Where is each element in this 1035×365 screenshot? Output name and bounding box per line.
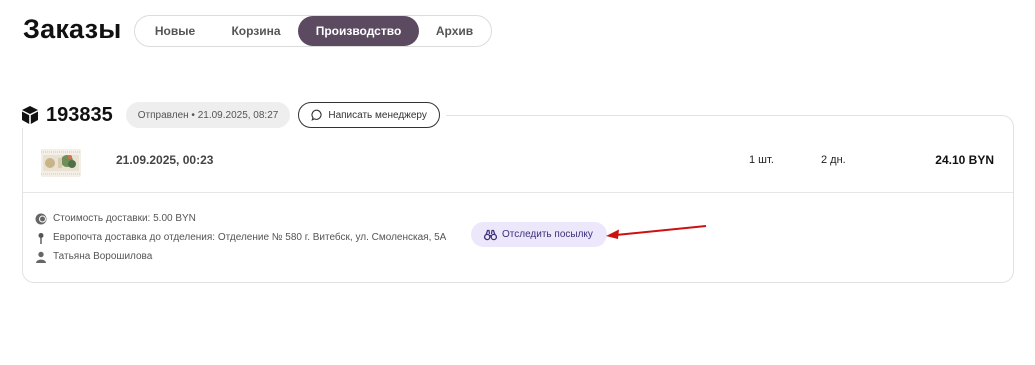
delivery-address-line: Европочта доставка до отделения: Отделен… [35,228,446,247]
order-number: 193835 [46,103,113,126]
track-parcel-button[interactable]: Отследить посылку [471,222,607,247]
recipient-name: Татьяна Ворошилова [53,251,153,262]
map-pin-icon [35,232,47,244]
recipient-line: Татьяна Ворошилова [35,247,446,266]
tab-archive[interactable]: Архив [419,16,490,46]
product-quantity: 1 шт. [749,154,774,166]
page-title: Заказы [23,14,122,44]
chat-icon [311,109,323,121]
message-manager-button[interactable]: Написать менеджеру [298,102,440,128]
delivery-cost-line: Стоимость доставки: 5.00 BYN [35,209,446,228]
box-icon [20,105,40,125]
order-status-badge: Отправлен • 21.09.2025, 08:27 [125,102,291,128]
binoculars-icon [484,229,497,241]
orders-tabs: Новые Корзина Производство Архив [134,15,492,47]
tab-new[interactable]: Новые [136,16,214,46]
person-icon [35,251,47,263]
product-row: 21.09.2025, 00:23 1 шт. 2 дн. 24.10 BYN [23,141,1013,193]
production-days: 2 дн. [821,154,846,166]
product-date: 21.09.2025, 00:23 [116,153,214,167]
delivery-cost: Стоимость доставки: 5.00 BYN [53,213,196,224]
product-price: 24.10 BYN [935,153,994,167]
order-card: 21.09.2025, 00:23 1 шт. 2 дн. 24.10 BYN … [22,115,1014,283]
message-manager-label: Написать менеджеру [328,109,427,121]
tab-cart[interactable]: Корзина [214,16,298,46]
track-parcel-label: Отследить посылку [502,229,593,240]
annotation-arrow [606,225,707,239]
order-header: 193835 Отправлен • 21.09.2025, 08:27 Нап… [20,102,446,128]
delivery-info: Стоимость доставки: 5.00 BYN Европочта д… [35,209,446,266]
tab-production[interactable]: Производство [298,16,419,46]
coins-icon [35,213,47,225]
product-thumbnail[interactable] [41,149,81,177]
delivery-address: Европочта доставка до отделения: Отделен… [53,232,447,243]
